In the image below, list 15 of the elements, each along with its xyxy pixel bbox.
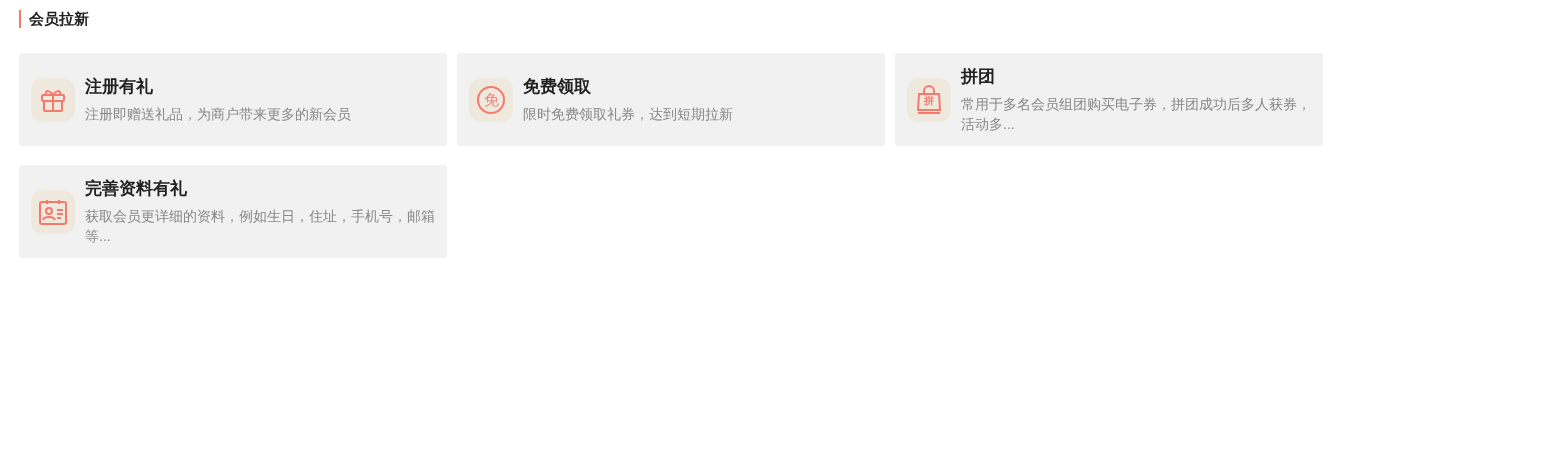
profile-card-icon [38,197,68,226]
card-description: 限时免费领取礼券，达到短期拉新 [523,104,733,124]
card-title: 完善资料有礼 [85,177,188,200]
feature-card[interactable]: 拼 拼团 常用于多名会员组团购买电子券，拼团成功后多人获券，活动多... [895,53,1323,146]
card-description: 常用于多名会员组团购买电子券，拼团成功后多人获券，活动多... [961,94,1312,134]
section-title: 会员拉新 [29,8,89,29]
feature-card[interactable]: 完善资料有礼 获取会员更详细的资料，例如生日，住址，手机号，邮箱等... [19,165,447,258]
card-title: 注册有礼 [85,75,154,98]
card-description: 获取会员更详细的资料，例如生日，住址，手机号，邮箱等... [85,206,436,246]
card-title: 免费领取 [523,75,592,98]
feature-card[interactable]: 免 免费领取 限时免费领取礼券，达到短期拉新 [457,53,885,146]
card-description: 注册即赠送礼品，为商户带来更多的新会员 [85,104,351,124]
card-title: 拼团 [961,65,996,88]
feature-card[interactable]: 注册有礼 注册即赠送礼品，为商户带来更多的新会员 [19,53,447,146]
free-icon: 免 [477,85,505,114]
